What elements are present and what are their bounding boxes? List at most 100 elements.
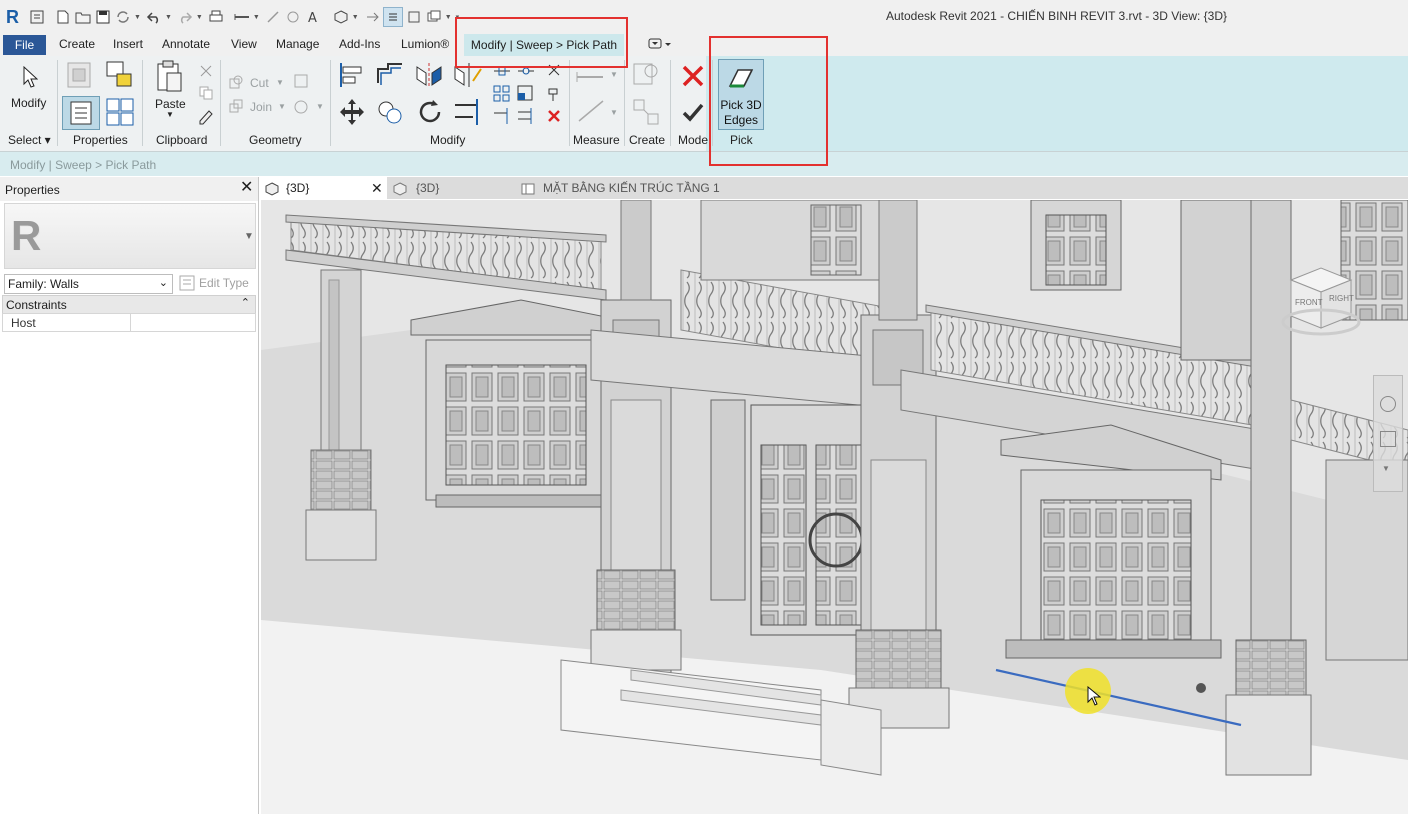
chevron-down-icon[interactable]: ▼ [610, 108, 618, 117]
measure-icon[interactable] [233, 8, 251, 26]
new-file-icon[interactable] [54, 8, 72, 26]
cut-geometry-icon[interactable] [228, 74, 244, 90]
close-hidden-icon[interactable] [405, 8, 423, 26]
edit-type-button[interactable]: Edit Type [177, 274, 255, 292]
align-icon[interactable] [336, 60, 366, 90]
type-properties-icon[interactable] [64, 60, 96, 90]
view-cube[interactable]: FRONT RIGHT [1281, 260, 1361, 336]
split-face-icon[interactable] [292, 98, 310, 116]
chevron-down-icon[interactable]: ▼ [253, 14, 260, 21]
family-category-icon[interactable] [104, 96, 136, 128]
save-icon[interactable] [94, 8, 112, 26]
match-type-icon[interactable] [197, 106, 215, 126]
chevron-down-icon[interactable]: ▼ [244, 231, 254, 242]
collapse-icon[interactable]: ⌃ [241, 296, 250, 309]
chevron-down-icon[interactable]: ▼ [166, 110, 174, 119]
revit-logo[interactable]: R [6, 7, 19, 28]
redo-icon[interactable] [176, 8, 194, 26]
view-tab-label: {3D} [416, 181, 440, 195]
text-icon[interactable]: A [304, 8, 322, 26]
options-bar-path: Modify | Sweep > Pick Path [10, 158, 157, 172]
chevron-down-icon[interactable]: ▼ [276, 78, 284, 87]
trim-extend-icon[interactable] [452, 96, 486, 128]
title-bar: R ▼ ▼ ▼ ▼ A ▼ ▼ ▾ Autodesk Revit 2021 - … [0, 0, 1408, 34]
chevron-down-icon[interactable]: ▼ [278, 102, 286, 111]
aligned-dimension-icon[interactable] [574, 96, 608, 126]
window-title: Autodesk Revit 2021 - CHIẾN BINH REVIT 3… [886, 9, 1228, 23]
tag-icon[interactable] [284, 8, 302, 26]
tab-view[interactable]: View [231, 37, 257, 51]
section-icon[interactable] [363, 8, 381, 26]
array-icon[interactable] [492, 84, 512, 104]
3d-view-icon[interactable] [332, 8, 350, 26]
measure-between-icon[interactable] [574, 66, 608, 88]
chevron-down-icon[interactable]: ▼ [352, 14, 359, 21]
tab-add-ins[interactable]: Add-Ins [339, 37, 380, 51]
view-tab-floor-plan[interactable]: MẶT BẰNG KIẾN TRÚC TẦNG 1 [521, 177, 741, 199]
print-icon[interactable] [207, 8, 225, 26]
properties-toggle-icon[interactable] [62, 96, 100, 130]
rotate-icon[interactable] [414, 96, 446, 128]
chevron-down-icon[interactable]: ▼ [445, 14, 452, 21]
tab-annotate[interactable]: Annotate [162, 37, 210, 51]
property-row-host[interactable]: Host [2, 313, 256, 332]
chevron-down-icon[interactable]: ▼ [1382, 464, 1390, 473]
sync-icon[interactable] [114, 8, 132, 26]
tab-lumion[interactable]: Lumion® [401, 37, 449, 51]
modify-cursor-icon[interactable] [18, 64, 42, 90]
thin-lines-icon[interactable] [382, 7, 403, 27]
finish-edit-mode-icon[interactable] [678, 98, 708, 126]
tab-file[interactable]: File [3, 35, 46, 55]
recent-files-icon[interactable] [28, 8, 46, 26]
scale-icon[interactable] [516, 84, 536, 104]
chevron-down-icon[interactable]: ▼ [165, 14, 172, 21]
dimension-icon[interactable] [264, 8, 282, 26]
cancel-edit-mode-icon[interactable] [678, 62, 708, 90]
mirror-pick-axis-icon[interactable] [414, 60, 444, 90]
select-group-label[interactable]: Select ▾ [8, 133, 51, 147]
offset-icon[interactable] [374, 60, 406, 90]
open-folder-icon[interactable] [74, 8, 92, 26]
close-icon[interactable]: ✕ [240, 180, 253, 196]
cut-scissors-icon[interactable] [197, 62, 215, 80]
join-button[interactable]: Join [250, 100, 272, 114]
zoom-icon[interactable] [1380, 431, 1396, 447]
family-filter-dropdown[interactable]: Family: Walls ⌄ [4, 274, 173, 294]
chevron-down-icon[interactable]: ▼ [134, 14, 141, 21]
ribbon-separator [670, 60, 671, 146]
view-tab-3d-active[interactable]: {3D} ✕ [259, 177, 387, 199]
tab-manage[interactable]: Manage [276, 37, 319, 51]
create-similar-icon[interactable] [630, 60, 662, 90]
join-geometry-icon[interactable] [228, 98, 244, 114]
trim-single-icon[interactable] [492, 106, 512, 126]
cut-button[interactable]: Cut [250, 76, 269, 90]
close-icon[interactable]: ✕ [371, 177, 383, 199]
steering-wheel-icon[interactable] [1380, 396, 1396, 412]
family-types-icon[interactable] [104, 60, 136, 90]
tab-insert[interactable]: Insert [113, 37, 143, 51]
navigation-bar[interactable]: ▼ [1373, 375, 1403, 492]
tab-create[interactable]: Create [59, 37, 95, 51]
wall-joins-icon[interactable] [292, 72, 310, 90]
view-tab-3d[interactable]: {3D} [389, 177, 509, 199]
paste-icon[interactable] [152, 58, 186, 94]
copy-icon[interactable] [197, 84, 215, 102]
move-icon[interactable] [336, 96, 368, 128]
pin-icon[interactable] [544, 84, 564, 104]
switch-windows-icon[interactable] [425, 8, 443, 26]
chevron-down-icon[interactable]: ▼ [196, 14, 203, 21]
revit-family-icon: R [11, 212, 42, 259]
trim-multiple-icon[interactable] [516, 106, 536, 126]
type-selector[interactable]: R [4, 203, 256, 269]
constraints-section-header[interactable]: Constraints ⌃ [2, 295, 256, 314]
ribbon-minimize-icon[interactable] [648, 38, 672, 53]
undo-icon[interactable] [145, 8, 163, 26]
paste-button[interactable]: Paste [155, 97, 186, 111]
3d-view-canvas[interactable]: FRONT RIGHT ▼ [261, 200, 1408, 814]
delete-icon[interactable] [544, 106, 564, 126]
copy-element-icon[interactable] [374, 96, 406, 128]
create-group-icon[interactable] [630, 96, 662, 128]
chevron-down-icon[interactable]: ▼ [610, 70, 618, 79]
chevron-down-icon[interactable]: ▼ [316, 102, 324, 111]
modify-button[interactable]: Modify [11, 96, 46, 110]
